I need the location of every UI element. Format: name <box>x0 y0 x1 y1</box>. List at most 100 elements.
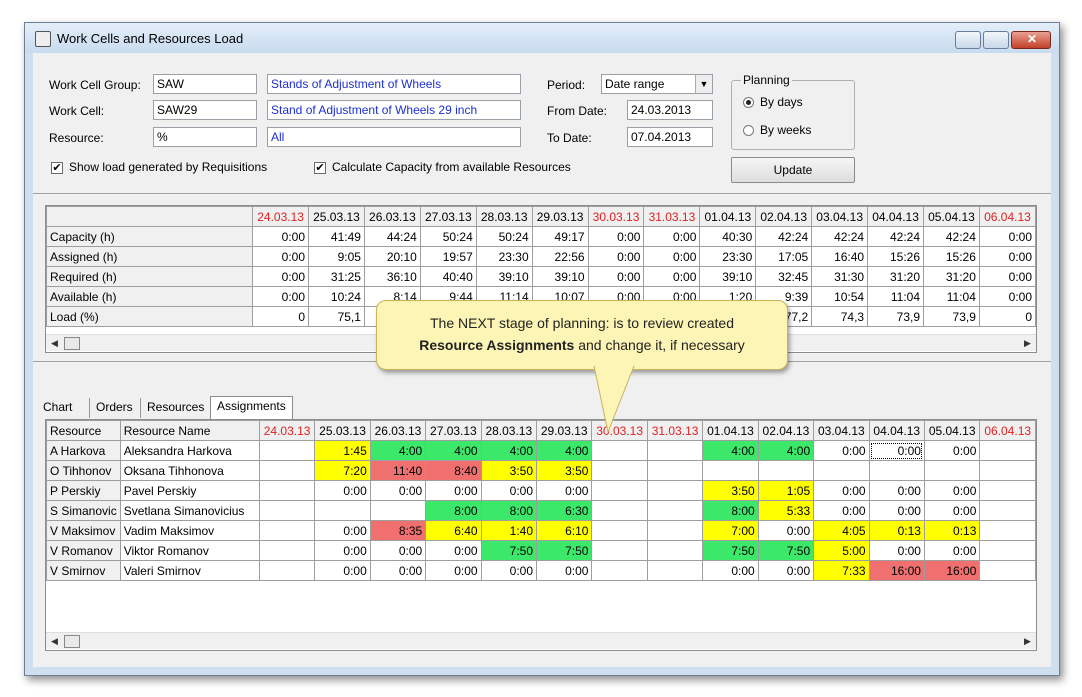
load-cell[interactable]: 0 <box>978 306 1036 327</box>
assignment-cell[interactable]: 0:00 <box>536 560 593 581</box>
load-cell[interactable]: 10:54 <box>811 286 869 307</box>
load-cell[interactable]: 0:00 <box>978 266 1036 287</box>
load-cell[interactable]: 9:05 <box>308 246 365 267</box>
load-cell[interactable]: 15:26 <box>867 246 924 267</box>
load-cell[interactable]: 75,1 <box>308 306 365 327</box>
load-cell[interactable]: 44:24 <box>363 226 421 247</box>
assignment-cell[interactable]: 0:00 <box>314 540 371 561</box>
assignment-cell[interactable] <box>258 440 316 461</box>
assignment-cell[interactable] <box>979 500 1036 521</box>
load-cell[interactable]: 0:00 <box>643 226 701 247</box>
load-cell[interactable]: 31:20 <box>923 266 980 287</box>
assignment-cell[interactable]: 8:35 <box>369 520 427 541</box>
assignment-cell[interactable]: 4:05 <box>813 520 870 541</box>
assignment-cell[interactable] <box>702 460 759 481</box>
assignment-cell[interactable] <box>591 440 648 461</box>
load-cell[interactable]: 49:17 <box>531 226 589 247</box>
tab-orders[interactable]: Orders <box>89 398 139 418</box>
assignment-cell[interactable]: 0:00 <box>314 560 371 581</box>
assignment-cell[interactable] <box>979 480 1036 501</box>
assignment-cell[interactable]: 0:00 <box>868 440 925 461</box>
load-cell[interactable]: 74,3 <box>811 306 869 327</box>
load-cell[interactable]: 0:00 <box>252 266 310 287</box>
tab-resources[interactable]: Resources <box>140 398 210 418</box>
title-bar[interactable]: Work Cells and Resources Load ✕ <box>25 23 1059 53</box>
assignment-cell[interactable]: 0:00 <box>923 440 981 461</box>
assignment-cell[interactable] <box>757 460 815 481</box>
assignment-cell[interactable]: 0:00 <box>369 480 427 501</box>
assignment-cell[interactable]: 0:00 <box>702 560 759 581</box>
assignment-cell[interactable] <box>258 520 316 541</box>
assignment-cell[interactable]: 6:40 <box>425 520 482 541</box>
assignment-cell[interactable]: 0:00 <box>536 480 593 501</box>
assignment-cell[interactable]: 0:00 <box>868 540 925 561</box>
assignment-cell[interactable] <box>979 440 1036 461</box>
maximize-button[interactable] <box>983 31 1009 49</box>
load-cell[interactable]: 50:24 <box>419 226 477 247</box>
assignment-cell[interactable]: 1:05 <box>757 480 815 501</box>
load-cell[interactable]: 0:00 <box>587 246 645 267</box>
assignment-cell[interactable] <box>591 460 648 481</box>
assignment-cell[interactable] <box>591 560 648 581</box>
load-cell[interactable]: 0:00 <box>643 246 701 267</box>
assignment-cell[interactable]: 11:40 <box>369 460 427 481</box>
scroll-left-icon[interactable]: ◀ <box>51 636 58 647</box>
assignment-cell[interactable]: 4:00 <box>425 440 482 461</box>
assignment-cell[interactable]: 0:00 <box>369 560 427 581</box>
load-cell[interactable]: 0:00 <box>252 246 310 267</box>
assignment-cell[interactable]: 8:00 <box>425 500 482 521</box>
assignment-cell[interactable]: 0:00 <box>480 480 538 501</box>
load-cell[interactable]: 23:30 <box>475 246 533 267</box>
assignment-cell[interactable] <box>591 520 648 541</box>
assignment-cell[interactable]: 0:00 <box>923 500 981 521</box>
assignment-cell[interactable]: 0:00 <box>757 520 815 541</box>
assignment-cell[interactable] <box>979 560 1036 581</box>
assignment-cell[interactable]: 5:33 <box>757 500 815 521</box>
assignment-cell[interactable] <box>591 540 648 561</box>
work-cell-group-code-input[interactable]: SAW <box>153 74 257 94</box>
calc-capacity-checkbox[interactable]: ✔ <box>314 162 326 174</box>
load-cell[interactable]: 16:40 <box>811 246 869 267</box>
assignment-cell[interactable]: 0:00 <box>923 480 981 501</box>
assignment-cell[interactable] <box>979 540 1036 561</box>
assignment-cell[interactable]: 8:40 <box>425 460 482 481</box>
assignment-cell[interactable]: 7:00 <box>702 520 759 541</box>
load-cell[interactable]: 31:30 <box>811 266 869 287</box>
load-cell[interactable]: 11:04 <box>923 286 980 307</box>
assignment-cell[interactable] <box>813 460 870 481</box>
load-cell[interactable]: 17:05 <box>755 246 813 267</box>
assignment-cell[interactable]: 4:00 <box>757 440 815 461</box>
assignment-cell[interactable]: 3:50 <box>536 460 593 481</box>
assignment-cell[interactable] <box>979 520 1036 541</box>
load-cell[interactable]: 0:00 <box>252 226 310 247</box>
load-cell[interactable]: 39:10 <box>475 266 533 287</box>
assignment-cell[interactable]: 1:40 <box>480 520 538 541</box>
minimize-button[interactable] <box>955 31 981 49</box>
assignment-cell[interactable]: 6:30 <box>536 500 593 521</box>
load-cell[interactable]: 73,9 <box>867 306 924 327</box>
assignment-cell[interactable]: 7:50 <box>536 540 593 561</box>
assignment-cell[interactable] <box>979 460 1036 481</box>
from-date-input[interactable]: 24.03.2013 <box>627 100 713 120</box>
table-row[interactable]: V Maksimov Vadim Maksimov 0:00 8:35 6:40 1:40… <box>46 520 1036 541</box>
scroll-thumb[interactable] <box>64 337 80 350</box>
tab-chart[interactable]: Chart <box>37 398 78 418</box>
load-cell[interactable]: 41:49 <box>308 226 365 247</box>
load-cell[interactable]: 73,9 <box>923 306 980 327</box>
load-cell[interactable]: 0:00 <box>978 226 1036 247</box>
assignment-cell[interactable]: 7:50 <box>480 540 538 561</box>
load-cell[interactable]: 0:00 <box>587 226 645 247</box>
load-cell[interactable]: 31:20 <box>867 266 924 287</box>
assignment-cell[interactable] <box>646 560 704 581</box>
load-cell[interactable]: 22:56 <box>531 246 589 267</box>
assignment-cell[interactable] <box>868 460 925 481</box>
assignment-cell[interactable]: 0:00 <box>369 540 427 561</box>
to-date-input[interactable]: 07.04.2013 <box>627 127 713 147</box>
load-cell[interactable]: 39:10 <box>699 266 757 287</box>
assignment-cell[interactable]: 0:00 <box>480 560 538 581</box>
assignment-cell[interactable] <box>369 500 427 521</box>
close-button[interactable]: ✕ <box>1011 31 1051 49</box>
assignment-cell[interactable]: 0:00 <box>813 480 870 501</box>
load-cell[interactable]: 15:26 <box>923 246 980 267</box>
resource-name-field[interactable]: All <box>267 127 521 147</box>
